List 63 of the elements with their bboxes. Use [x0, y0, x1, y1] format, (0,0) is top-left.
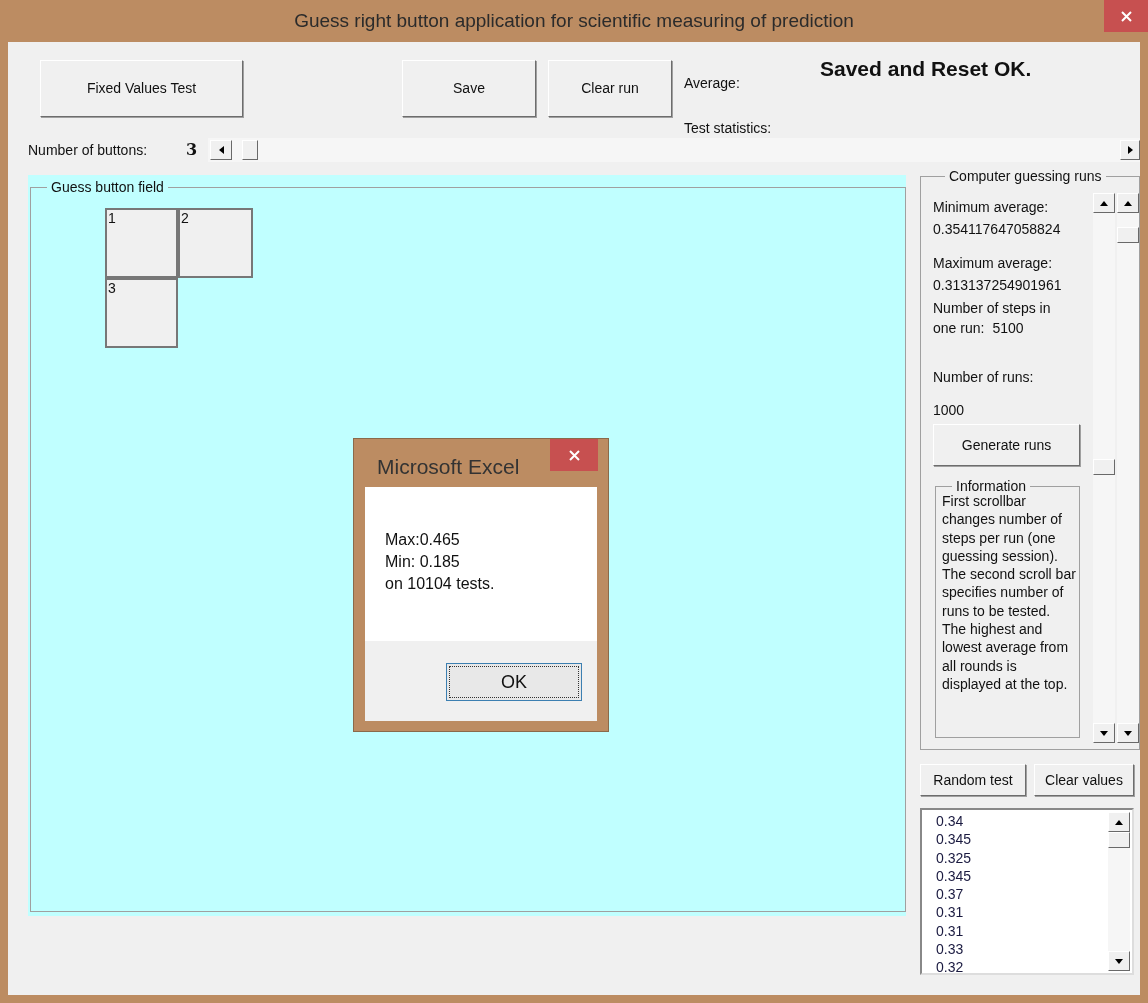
values-listbox[interactable]: 0.34 0.345 0.325 0.345 0.37 0.31 0.31 0.33 0.32 [920, 808, 1134, 975]
steps-text: Number of steps in one run: 5100 [933, 299, 1052, 338]
close-button[interactable] [550, 439, 598, 471]
dialog-message: Max:0.465 Min: 0.185 on 10104 tests. [385, 530, 496, 594]
scrollbar-thumb[interactable] [1108, 832, 1130, 848]
information-text: First scrollbar changes number of steps per run (one guessing session). The second scroll bar specifies number of runs to be tested. The highest and lowest average from all rounds is displayed at the top. [942, 492, 1077, 694]
arrow-down-icon [1114, 957, 1124, 965]
generate-runs-button[interactable]: Generate runs [933, 424, 1080, 466]
runs-label: Number of runs: [933, 368, 1035, 387]
arrow-up-icon [1123, 199, 1133, 207]
scroll-left-button[interactable] [210, 140, 232, 160]
list-item[interactable]: 0.345 [936, 830, 1108, 849]
buttons-count-value: 3 [186, 139, 199, 161]
scroll-up-button[interactable] [1117, 193, 1139, 213]
toolbar-button[interactable]: Save [402, 60, 536, 117]
list-item[interactable]: 0.34 [936, 812, 1108, 831]
scroll-up-button[interactable] [1108, 812, 1130, 832]
arrow-down-icon [1099, 729, 1109, 737]
scroll-down-button[interactable] [1117, 723, 1139, 743]
list-item[interactable]: 0.31 [936, 903, 1108, 922]
action-button[interactable]: Clear values [1034, 764, 1134, 796]
scroll-right-button[interactable] [1120, 140, 1140, 160]
scroll-down-button[interactable] [1093, 723, 1115, 743]
runs-value: 1000 [933, 401, 966, 420]
arrow-left-icon [217, 145, 225, 155]
guess-button[interactable]: 1 [105, 208, 178, 278]
arrow-up-icon [1114, 818, 1124, 826]
scroll-up-button[interactable] [1093, 193, 1115, 213]
minimum-label: Minimum average: [933, 198, 1050, 217]
dialog-title: Microsoft Excel [377, 454, 520, 480]
list-item[interactable]: 0.325 [936, 848, 1108, 867]
status-message: Saved and Reset OK. [820, 56, 1032, 82]
guess-button[interactable]: 3 [105, 278, 178, 348]
arrow-up-icon [1099, 199, 1109, 207]
arrow-down-icon [1123, 729, 1133, 737]
arrow-right-icon [1126, 145, 1134, 155]
maximum-value: 0.313137254901961 [933, 276, 1063, 295]
list-item[interactable]: 0.37 [936, 885, 1108, 904]
guess-button[interactable]: 2 [178, 208, 253, 278]
action-button[interactable]: Random test [920, 764, 1026, 796]
average-label: Average: [684, 74, 741, 93]
ok-button[interactable]: OK [446, 663, 582, 701]
close-icon [1120, 10, 1132, 22]
statistics-label: Test statistics: [684, 119, 773, 138]
scrollbar-thumb[interactable] [242, 140, 258, 160]
frame-title: Information [955, 478, 1028, 494]
list-item[interactable]: 0.32 [936, 958, 1108, 977]
scrollbar-thumb[interactable] [1117, 227, 1139, 243]
scroll-down-button[interactable] [1108, 951, 1130, 971]
buttons-count-label: Number of buttons: [28, 140, 149, 160]
toolbar-button[interactable]: Fixed Values Test [40, 60, 243, 117]
minimum-value: 0.354117647058824 [933, 220, 1062, 239]
frame-title: Computer guessing runs [948, 167, 1103, 186]
toolbar-button[interactable]: Clear run [548, 60, 672, 117]
scrollbar-thumb[interactable] [1093, 459, 1115, 475]
close-icon [568, 449, 580, 461]
frame-title: Guess button field [50, 178, 165, 197]
window-title: Guess right button application for scientific measuring of prediction [294, 8, 854, 33]
list-item[interactable]: 0.33 [936, 940, 1108, 959]
list-item[interactable]: 0.345 [936, 866, 1108, 886]
maximum-label: Maximum average: [933, 254, 1054, 273]
close-button[interactable] [1104, 0, 1148, 32]
list-item[interactable]: 0.31 [936, 921, 1108, 941]
